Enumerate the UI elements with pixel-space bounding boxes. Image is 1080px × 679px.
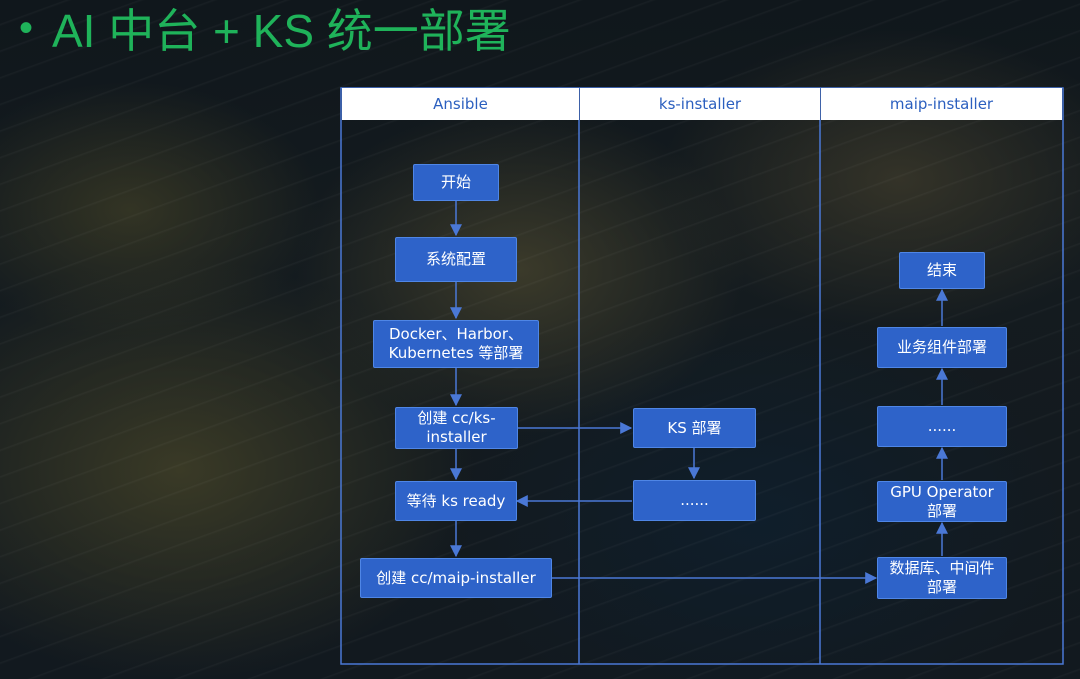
node-gpu-operator: GPU Operator 部署	[877, 481, 1007, 522]
node-wait-ks-ready: 等待 ks ready	[395, 481, 517, 521]
node-create-maip-installer: 创建 cc/maip-installer	[360, 558, 552, 598]
node-database-middleware: 数据库、中间件 部署	[877, 557, 1007, 599]
node-start: 开始	[413, 164, 499, 201]
node-system-config: 系统配置	[395, 237, 517, 282]
node-docker-harbor-kubernetes: Docker、Harbor、 Kubernetes 等部署	[373, 320, 539, 368]
node-create-ks-installer: 创建 cc/ks- installer	[395, 407, 518, 449]
lane-header-ks-installer: ks-installer	[580, 88, 820, 120]
lane-header-maip-installer: maip-installer	[821, 88, 1062, 120]
node-maip-more: ......	[877, 406, 1007, 447]
lane-header-ansible: Ansible	[342, 88, 579, 120]
node-end: 结束	[899, 252, 985, 289]
node-ks-more: ......	[633, 480, 756, 521]
swimlane-diagram: Ansible ks-installer maip-installer 开始 系…	[0, 0, 1080, 679]
node-ks-deploy: KS 部署	[633, 408, 756, 448]
node-business-components: 业务组件部署	[877, 327, 1007, 368]
